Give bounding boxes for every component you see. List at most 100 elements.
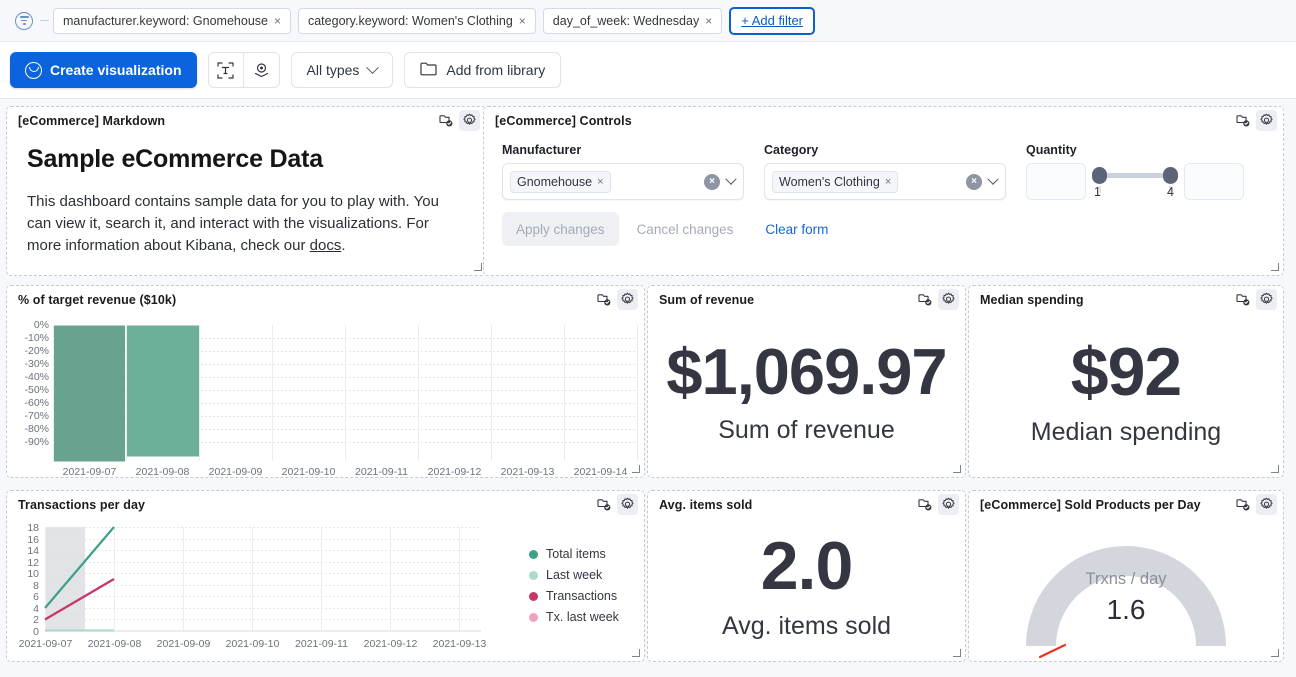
controls-actions: Apply changes Cancel changes Clear form bbox=[484, 200, 1283, 246]
folder-check-icon[interactable] bbox=[915, 494, 936, 515]
filter-pill-category[interactable]: category.keyword: Women's Clothing × bbox=[298, 8, 536, 34]
gear-icon[interactable] bbox=[1256, 494, 1277, 515]
all-types-dropdown[interactable]: All types bbox=[291, 52, 394, 88]
folder-check-icon[interactable] bbox=[594, 289, 615, 310]
filter-pill-day-of-week[interactable]: day_of_week: Wednesday × bbox=[543, 8, 722, 34]
chevron-down-icon[interactable] bbox=[987, 173, 998, 184]
folder-check-icon[interactable] bbox=[1233, 110, 1254, 131]
cancel-changes-button[interactable]: Cancel changes bbox=[623, 212, 748, 246]
close-icon[interactable]: × bbox=[519, 15, 526, 27]
quantity-range-slider[interactable]: 1 4 bbox=[1094, 163, 1176, 199]
panel-actions bbox=[915, 289, 959, 310]
manufacturer-token[interactable]: Gnomehouse × bbox=[510, 171, 611, 193]
add-from-library-button[interactable]: Add from library bbox=[404, 52, 561, 88]
slider-track[interactable] bbox=[1098, 173, 1172, 178]
gear-icon[interactable] bbox=[617, 289, 638, 310]
category-combobox[interactable]: Women's Clothing × × bbox=[764, 163, 1006, 200]
metric-avg-items-sold: 2.0 Avg. items sold bbox=[648, 518, 965, 661]
token-label: Gnomehouse bbox=[517, 175, 592, 189]
gear-icon[interactable] bbox=[617, 494, 638, 515]
panel-actions bbox=[436, 110, 480, 131]
folder-check-icon[interactable] bbox=[436, 110, 457, 131]
gear-icon[interactable] bbox=[459, 110, 480, 131]
panel-title: Avg. items sold bbox=[659, 498, 752, 512]
map-pin-icon[interactable] bbox=[244, 52, 280, 88]
gauge-value: 1.6 bbox=[969, 594, 1283, 626]
panel-actions bbox=[594, 289, 638, 310]
clear-form-button[interactable]: Clear form bbox=[751, 212, 842, 246]
slider-thumb-min[interactable] bbox=[1092, 167, 1107, 184]
x-tick: 2021-09-13 bbox=[425, 638, 494, 650]
panel-header: Transactions per day bbox=[7, 491, 644, 518]
bar-2021-09-08 bbox=[127, 326, 199, 457]
folder-check-icon[interactable] bbox=[1233, 494, 1254, 515]
close-icon[interactable]: × bbox=[597, 176, 603, 188]
x-tick: 2021-09-14 bbox=[564, 466, 637, 478]
filter-circle-icon[interactable] bbox=[8, 12, 40, 30]
y-tick: 18 bbox=[9, 522, 39, 534]
bar-chart-svg bbox=[7, 313, 644, 478]
panel-sold-products-per-day: [eCommerce] Sold Products per Day bbox=[968, 490, 1284, 662]
panel-title: [eCommerce] Sold Products per Day bbox=[980, 498, 1201, 512]
brush-highlight bbox=[45, 527, 85, 630]
bar-chart[interactable]: 0% -10% -20% -30% -40% -50% -60% -70% -8… bbox=[7, 313, 644, 478]
x-tick: 2021-09-07 bbox=[53, 466, 126, 478]
control-manufacturer: Manufacturer Gnomehouse × × bbox=[502, 143, 744, 200]
panel-target-revenue: % of target revenue ($10k) bbox=[6, 285, 645, 478]
panel-header: % of target revenue ($10k) bbox=[7, 286, 644, 313]
panel-header: [eCommerce] Controls bbox=[484, 107, 1283, 134]
folder-check-icon[interactable] bbox=[1233, 289, 1254, 310]
gear-icon[interactable] bbox=[938, 289, 959, 310]
chevron-down-icon[interactable] bbox=[725, 173, 736, 184]
legend-item-tx-last-week[interactable]: Tx. last week bbox=[529, 610, 619, 624]
token-label: Women's Clothing bbox=[779, 175, 880, 189]
folder-check-icon[interactable] bbox=[594, 494, 615, 515]
quantity-min-input[interactable] bbox=[1026, 163, 1086, 200]
close-icon[interactable]: × bbox=[705, 15, 712, 27]
close-icon[interactable]: × bbox=[274, 15, 281, 27]
docs-link[interactable]: docs bbox=[310, 237, 342, 254]
y-tick: -70% bbox=[15, 410, 49, 422]
text-panel-icon[interactable] bbox=[208, 52, 244, 88]
lens-icon bbox=[25, 62, 42, 79]
panel-transactions-per-day: Transactions per day bbox=[6, 490, 645, 662]
gear-icon[interactable] bbox=[1256, 110, 1277, 131]
legend-item-total-items[interactable]: Total items bbox=[529, 547, 619, 561]
gauge-chart[interactable]: Trxns / day 1.6 bbox=[969, 518, 1283, 662]
quantity-range-row: 1 4 bbox=[1026, 163, 1256, 200]
resize-grip-icon[interactable] bbox=[1270, 264, 1279, 273]
dashboard-edit-toolbar: Create visualization All types Add from bbox=[0, 41, 1296, 99]
close-icon[interactable]: × bbox=[885, 176, 891, 188]
panel-header: Avg. items sold bbox=[648, 491, 965, 518]
legend-item-transactions[interactable]: Transactions bbox=[529, 589, 619, 603]
quantity-max-input[interactable] bbox=[1184, 163, 1244, 200]
legend-dot-icon bbox=[529, 550, 538, 559]
y-tick: -90% bbox=[15, 436, 49, 448]
resize-grip-icon[interactable] bbox=[473, 264, 482, 273]
legend-label: Tx. last week bbox=[546, 610, 619, 624]
gear-icon[interactable] bbox=[1256, 289, 1277, 310]
create-visualization-button[interactable]: Create visualization bbox=[10, 52, 197, 88]
markdown-heading: Sample eCommerce Data bbox=[27, 145, 466, 174]
control-label: Quantity bbox=[1026, 143, 1256, 157]
filter-pill-manufacturer[interactable]: manufacturer.keyword: Gnomehouse × bbox=[53, 8, 291, 34]
slider-thumb-max[interactable] bbox=[1163, 167, 1178, 184]
folder-check-icon[interactable] bbox=[915, 289, 936, 310]
legend-dot-icon bbox=[529, 571, 538, 580]
legend-label: Total items bbox=[546, 547, 606, 561]
apply-changes-button[interactable]: Apply changes bbox=[502, 212, 619, 246]
panel-header: [eCommerce] Sold Products per Day bbox=[969, 491, 1283, 518]
clear-selection-icon[interactable]: × bbox=[704, 174, 720, 190]
manufacturer-combobox[interactable]: Gnomehouse × × bbox=[502, 163, 744, 200]
category-token[interactable]: Women's Clothing × bbox=[772, 171, 898, 193]
metric-label: Avg. items sold bbox=[722, 612, 891, 641]
gear-icon[interactable] bbox=[938, 494, 959, 515]
line-chart[interactable]: 18 16 14 12 10 8 6 4 2 0 2021-09-07 2021… bbox=[7, 518, 644, 662]
add-filter-button[interactable]: + Add filter bbox=[729, 7, 815, 35]
legend-item-last-week[interactable]: Last week bbox=[529, 568, 619, 582]
x-tick: 2021-09-08 bbox=[80, 638, 149, 650]
panel-title: % of target revenue ($10k) bbox=[18, 293, 176, 307]
filter-connector bbox=[40, 20, 49, 21]
clear-selection-icon[interactable]: × bbox=[966, 174, 982, 190]
legend-dot-icon bbox=[529, 592, 538, 601]
